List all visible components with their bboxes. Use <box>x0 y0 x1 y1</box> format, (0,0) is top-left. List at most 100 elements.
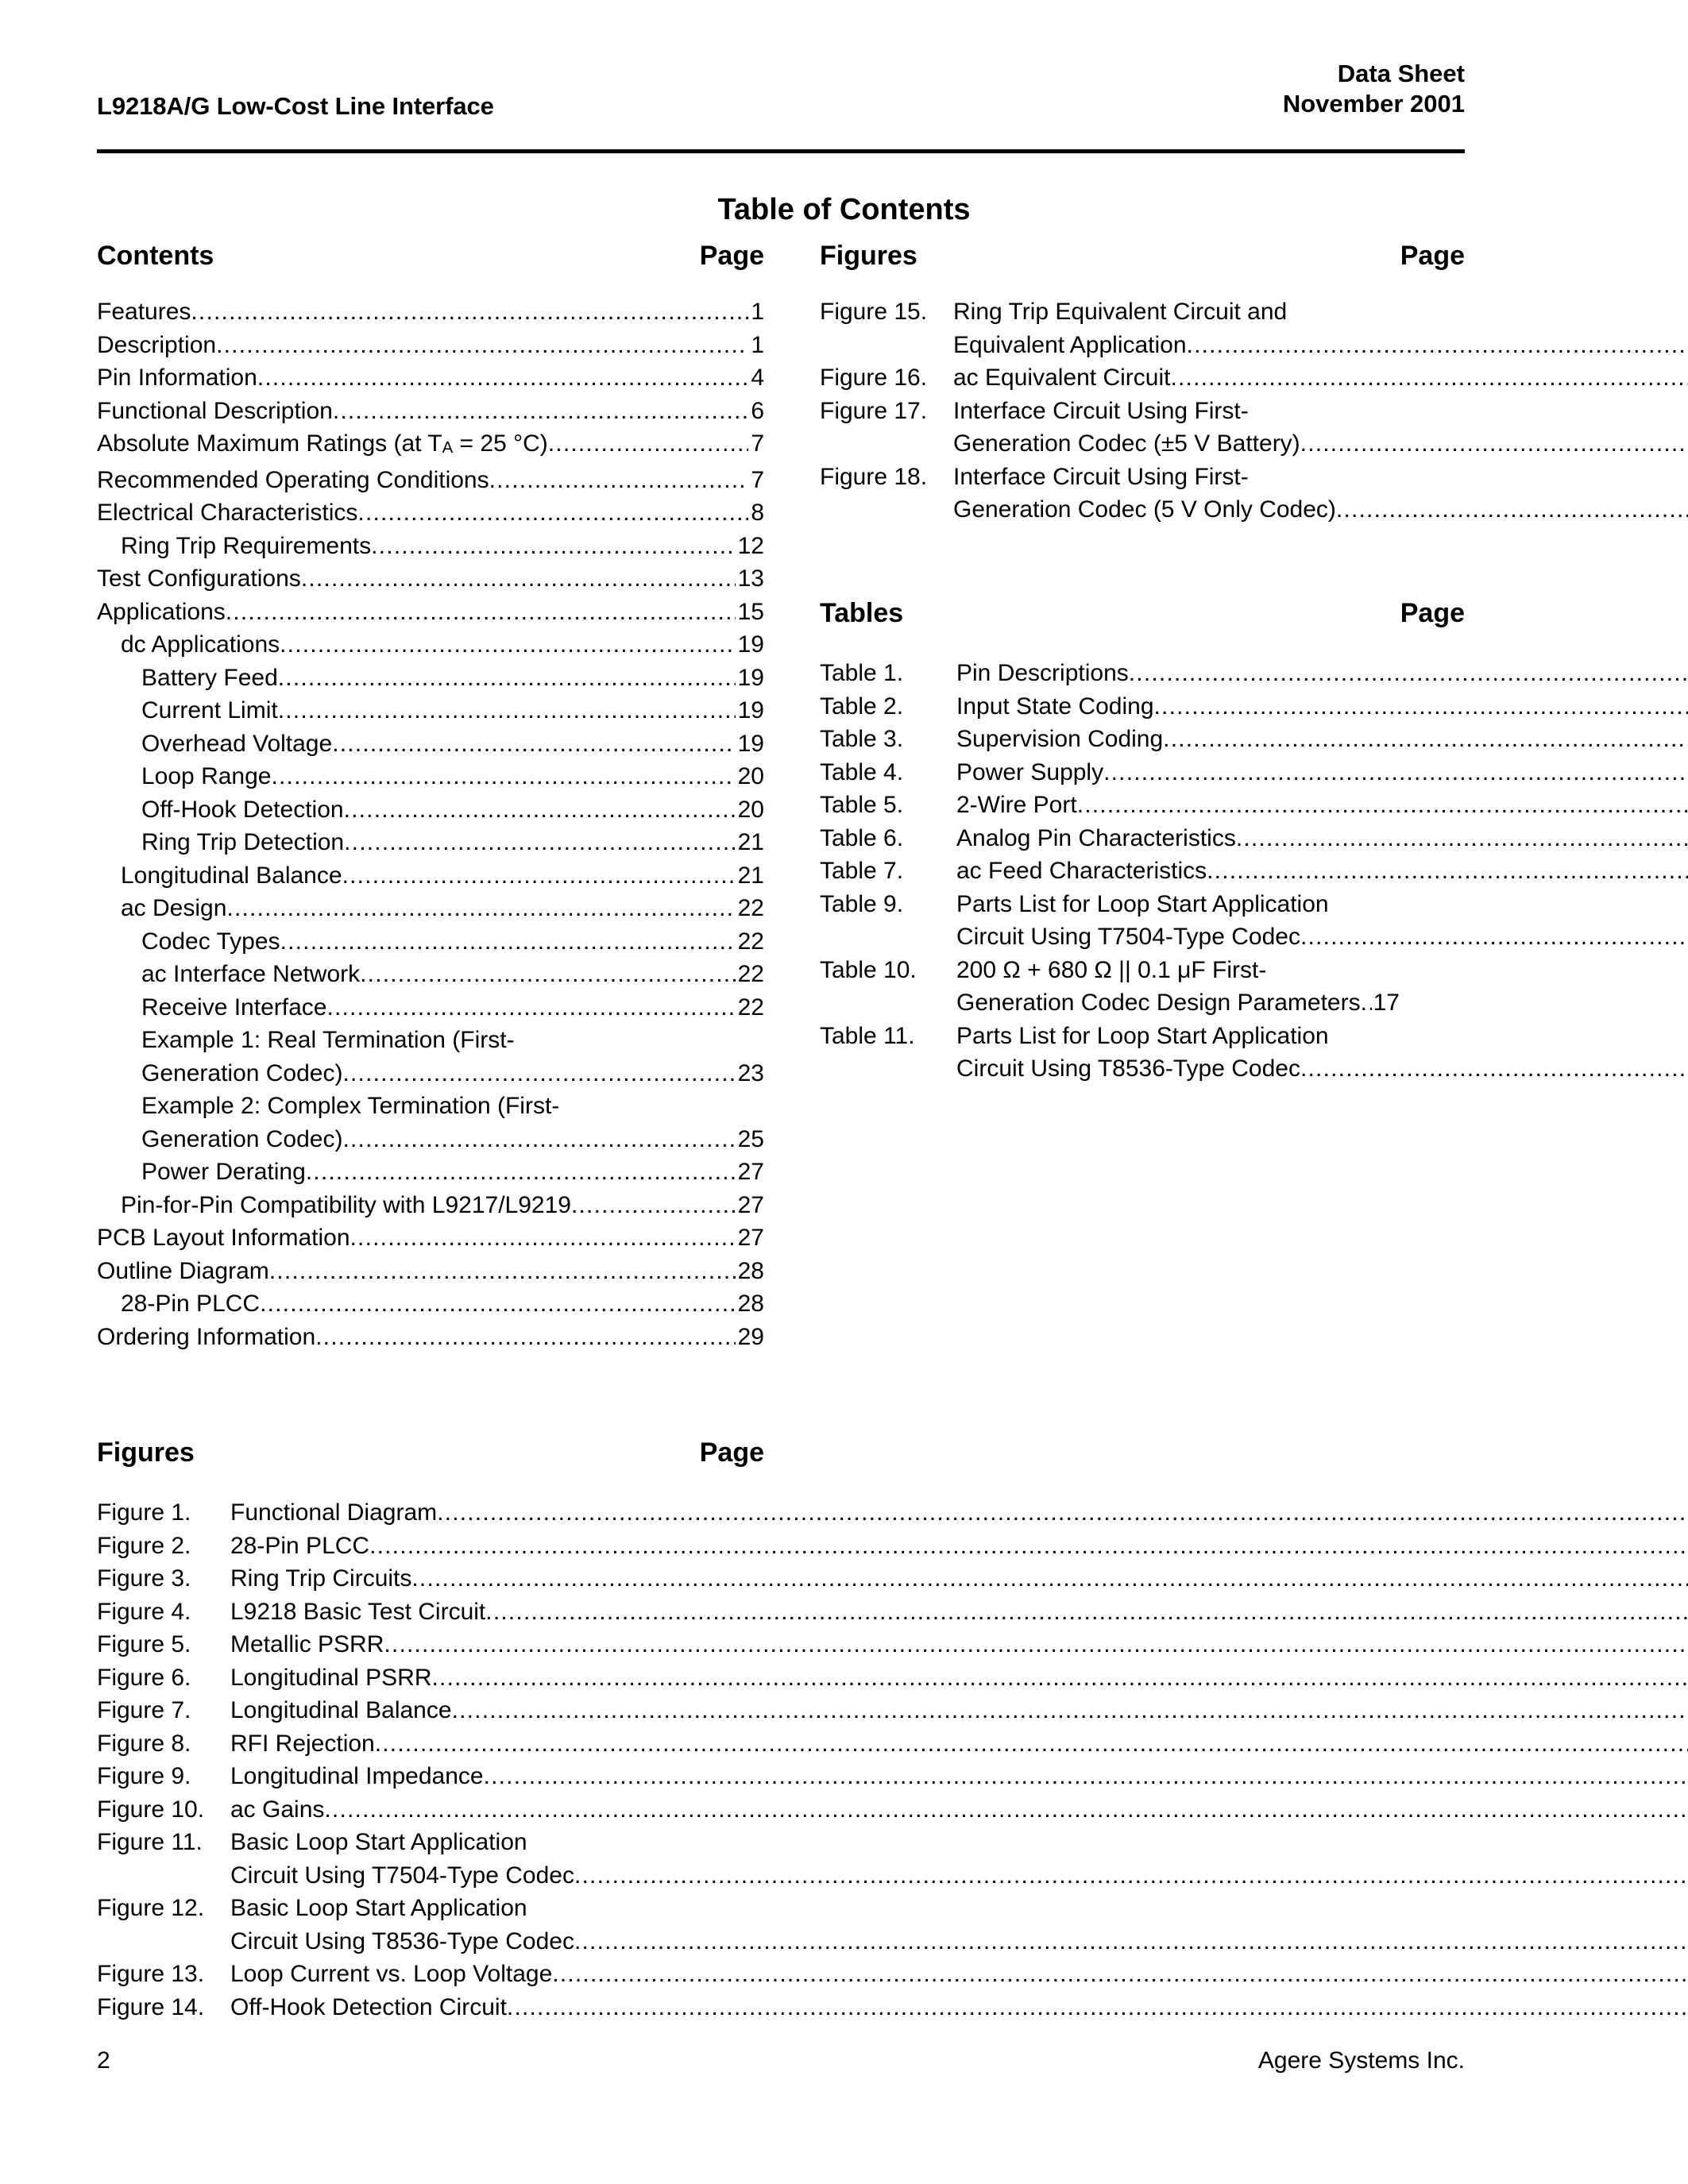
table-entry-number: Table 10. <box>820 956 917 983</box>
contents-entry[interactable]: ac Design...............................… <box>97 892 764 925</box>
contents-entry[interactable]: Recommended Operating Conditions........… <box>97 464 764 497</box>
table-entry[interactable]: Table 4. Power Supply....................… <box>820 756 1688 789</box>
entry-label: Circuit Using T7504-Type Codec <box>230 1862 574 1889</box>
figure-entry[interactable]: Figure 10. ac Gains......................… <box>97 1793 1688 1827</box>
dot-leader: ........................................… <box>1207 858 1688 884</box>
entry-label: Pin Information <box>97 365 257 391</box>
entry-label: Features <box>97 299 191 325</box>
contents-entry[interactable]: Pin-for-Pin Compatibility with L9217/L92… <box>97 1189 764 1222</box>
contents-entry[interactable]: Generation Codec).......................… <box>97 1057 764 1090</box>
table-entry-body: Generation Codec Design Parameters......… <box>956 986 1465 1020</box>
figure-entry[interactable]: Figure 12.Basic Loop Start Application..… <box>97 1892 764 1925</box>
figure-entry[interactable]: Figure 13. Loop Current vs. Loop Voltage.… <box>97 1958 1688 1991</box>
contents-entry[interactable]: Absolute Maximum Ratings (at TA = 25 °C)… <box>97 427 764 464</box>
figure-entry[interactable]: Figure 2. 28-Pin PLCC....................… <box>97 1530 1688 1563</box>
figure-entry[interactable]: Figure 1. Functional Diagram.............… <box>97 1496 1688 1530</box>
contents-entry[interactable]: Ordering Information....................… <box>97 1321 764 1354</box>
contents-entry[interactable]: Overhead Voltage........................… <box>97 727 764 761</box>
contents-entry[interactable]: Current Limit...........................… <box>97 694 764 727</box>
figure-entry[interactable]: Figure 9. Longitudinal Impedance.........… <box>97 1760 1688 1793</box>
table-entry-body: Parts List for Loop Start Application...… <box>956 888 1688 921</box>
table-entry[interactable]: Table 7. ac Feed Characteristics.........… <box>820 855 1688 888</box>
contents-entry[interactable]: Codec Types.............................… <box>97 925 764 959</box>
contents-entry[interactable]: Test Configurations.....................… <box>97 562 764 596</box>
dot-leader: ........................................… <box>257 365 749 391</box>
contents-entry[interactable]: Pin Information.........................… <box>97 361 764 395</box>
entry-label: Overhead Voltage <box>141 730 333 757</box>
figure-entry[interactable]: Circuit Using T8536-Type Codec..........… <box>97 1925 1688 1958</box>
figure-entry[interactable]: Figure 7. Longitudinal Balance...........… <box>97 1694 1688 1727</box>
contents-entry[interactable]: Description.............................… <box>97 329 764 362</box>
figure-entry[interactable]: Figure 15. Ring Trip Equivalent Circuit a… <box>820 295 1465 329</box>
contents-entry[interactable]: Off-Hook Detection......................… <box>97 793 764 827</box>
contents-entry[interactable]: Outline Diagram.........................… <box>97 1255 764 1288</box>
contents-entry[interactable]: Ring Trip Detection.....................… <box>97 826 764 859</box>
table-entry-body: Power Supply............................… <box>956 756 1688 789</box>
contents-page-heading: Page <box>699 241 764 271</box>
entry-label: Circuit Using T7504-Type Codec <box>956 924 1300 950</box>
figure-entry-body: Ring Trip Equivalent Circuit and........… <box>953 295 1688 329</box>
entry-label: Basic Loop Start Application <box>230 1829 527 1855</box>
figure-entry-body: Circuit Using T7504-Type Codec..........… <box>230 1859 1688 1893</box>
contents-entry[interactable]: ac Interface Network....................… <box>97 958 764 991</box>
contents-entry[interactable]: Functional Description..................… <box>97 395 764 428</box>
contents-entry[interactable]: Receive Interface.......................… <box>97 991 764 1024</box>
figure-entry[interactable]: Equivalent Application..................… <box>820 329 1688 362</box>
contents-entry[interactable]: Ring Trip Requirements..................… <box>97 530 764 563</box>
contents-entry[interactable]: Longitudinal Balance....................… <box>97 859 764 893</box>
figure-entry-body: Longitudinal Impedance..................… <box>230 1760 1688 1793</box>
figure-entry[interactable]: Generation Codec (±5 V Battery).........… <box>820 427 1688 461</box>
entry-label: Generation Codec Design Parameters <box>956 990 1361 1016</box>
contents-entry[interactable]: Electrical Characteristics..............… <box>97 496 764 530</box>
table-entry[interactable]: Table 2. Input State Coding..............… <box>820 690 1688 723</box>
figure-entry[interactable]: Figure 18. Interface Circuit Using First-… <box>820 461 1465 494</box>
dot-leader: ........................................… <box>1128 660 1688 686</box>
figure-entry-number: Figure 11. <box>97 1829 203 1855</box>
dot-leader: ........................................… <box>305 1159 736 1185</box>
table-entry[interactable]: Table 11. Parts List for Loop Start Appli… <box>820 1020 1465 1053</box>
contents-entry[interactable]: Example 2: Complex Termination (First-..… <box>97 1090 764 1123</box>
contents-entry[interactable]: Features................................… <box>97 295 764 329</box>
table-entry[interactable]: Table 5. 2-Wire Port.....................… <box>820 789 1688 822</box>
dot-leader: ........................................… <box>574 1862 1688 1889</box>
contents-entry[interactable]: Generation Codec).......................… <box>97 1123 764 1156</box>
dot-leader: ........................................… <box>300 565 736 592</box>
dot-leader: ........................................… <box>326 994 736 1021</box>
figure-entry[interactable]: Figure 5. Metallic PSRR..................… <box>97 1628 1688 1661</box>
contents-entry[interactable]: Battery Feed............................… <box>97 662 764 695</box>
contents-entry[interactable]: PCB Layout Information..................… <box>97 1221 764 1255</box>
figure-entry-body: ac Gains................................… <box>230 1793 1688 1827</box>
figure-entry[interactable]: Generation Codec (5 V Only Codec).......… <box>820 493 1688 527</box>
figure-entry[interactable]: Figure 11.Basic Loop Start Application..… <box>97 1826 764 1859</box>
contents-entry[interactable]: Power Derating..........................… <box>97 1156 764 1189</box>
figure-entry[interactable]: Circuit Using T7504-Type Codec..........… <box>97 1859 1688 1893</box>
table-entry[interactable]: Circuit Using T7504-Type Codec..........… <box>820 920 1688 954</box>
figure-entry[interactable]: Figure 4. L9218 Basic Test Circuit.......… <box>97 1596 1688 1629</box>
contents-entry[interactable]: Applications............................… <box>97 596 764 629</box>
table-entry[interactable]: Table 6. Analog Pin Characteristics......… <box>820 822 1688 855</box>
table-entry[interactable]: Table 9. Parts List for Loop Start Applic… <box>820 888 1465 921</box>
figure-entry-number: Figure 2. <box>97 1532 191 1559</box>
figure-entry[interactable]: Figure 8. RFI Rejection..................… <box>97 1727 1688 1761</box>
doc-date-label: November 2001 <box>1282 90 1465 118</box>
entry-page-number: 27 <box>737 1225 764 1251</box>
table-entry-body: 2-Wire Port.............................… <box>956 789 1688 822</box>
dot-leader: ........................................… <box>277 664 736 691</box>
table-entry[interactable]: Table 1. Pin Descriptions................… <box>820 657 1688 690</box>
dot-leader: ........................................… <box>271 763 736 789</box>
table-entry[interactable]: Generation Codec Design Parameters......… <box>820 986 1465 1020</box>
figure-entry[interactable]: Figure 3. Ring Trip Circuits.............… <box>97 1562 1688 1596</box>
contents-entry[interactable]: Example 1: Real Termination (First-.....… <box>97 1024 764 1057</box>
table-entry[interactable]: Circuit Using T8536-Type Codec..........… <box>820 1052 1688 1086</box>
table-entry[interactable]: Table 3. Supervision Coding..............… <box>820 723 1688 756</box>
figure-entry[interactable]: Figure 17. Interface Circuit Using First-… <box>820 395 1465 428</box>
contents-entry[interactable]: dc Applications.........................… <box>97 628 764 662</box>
figure-entry[interactable]: Figure 16. ac Equivalent Circuit.........… <box>820 361 1688 395</box>
figure-entry[interactable]: Figure 14. Off-Hook Detection Circuit....… <box>97 1991 1688 2024</box>
entry-page-number: 23 <box>737 1059 764 1086</box>
entry-page-number: 8 <box>751 500 764 526</box>
table-entry[interactable]: Table 10.200 Ω + 680 Ω || 0.1 μF First-.… <box>820 954 1465 987</box>
figure-entry[interactable]: Figure 6. Longitudinal PSRR..............… <box>97 1661 1688 1695</box>
contents-entry[interactable]: Loop Range..............................… <box>97 760 764 793</box>
contents-entry[interactable]: 28-Pin PLCC.............................… <box>97 1287 764 1321</box>
